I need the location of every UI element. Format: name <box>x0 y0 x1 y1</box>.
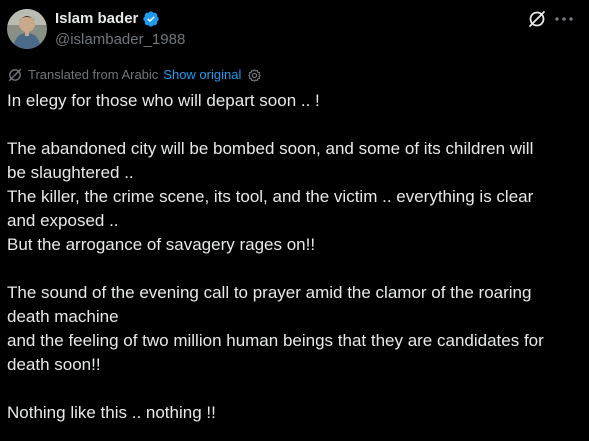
show-original-link[interactable]: Show original <box>163 66 241 84</box>
post-text-line: The abandoned city will be bombed soon, … <box>7 139 534 158</box>
handle[interactable]: @islambader_1988 <box>55 30 185 50</box>
settings-gear-icon[interactable] <box>247 68 262 83</box>
post-text-line: death soon!! <box>7 355 101 374</box>
post-text-line: The killer, the crime scene, its tool, a… <box>7 187 534 206</box>
avatar[interactable] <box>7 9 47 49</box>
grok-translate-icon <box>8 68 22 82</box>
post-card: Islam bader @islambader_1988 Translated … <box>0 0 589 441</box>
post-text-line <box>7 377 579 401</box>
translation-label: Translated from Arabic <box>28 67 159 82</box>
post-text-line: and exposed .. <box>7 211 119 230</box>
display-name[interactable]: Islam bader <box>55 9 138 29</box>
post-text-line: be slaughtered .. <box>7 163 134 182</box>
post-text-line <box>7 113 579 137</box>
verified-badge-icon <box>143 11 159 27</box>
post-text: In elegy for those who will depart soon … <box>7 89 579 425</box>
post-text-line: and the feeling of two million human bei… <box>7 331 544 350</box>
post-text-line: death machine <box>7 307 119 326</box>
post-text-line: The sound of the evening call to prayer … <box>7 283 532 302</box>
post-text-line: But the arrogance of savagery rages on!! <box>7 235 316 254</box>
translation-bar: Translated from Arabic Show original <box>7 66 262 84</box>
more-horizontal-icon[interactable] <box>553 9 575 29</box>
grok-icon[interactable] <box>527 9 547 29</box>
post-text-line: In elegy for those who will depart soon … <box>7 91 320 110</box>
post-text-line: Nothing like this .. nothing !! <box>7 403 216 422</box>
post-text-line <box>7 257 579 281</box>
